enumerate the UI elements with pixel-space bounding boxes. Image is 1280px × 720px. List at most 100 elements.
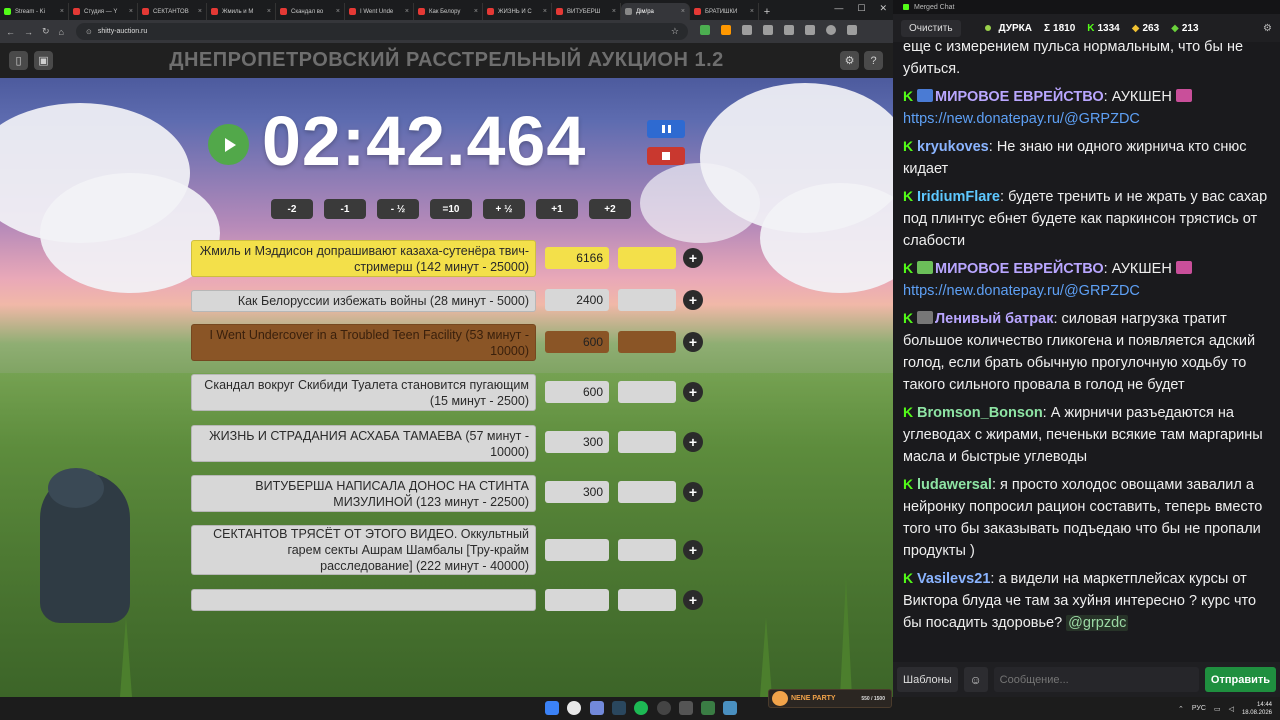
time-adjust-button[interactable]: + ½ [483,199,525,219]
tab-close-icon[interactable]: × [405,8,409,15]
clock[interactable]: 14:44 18.08.2026 [1242,701,1272,717]
tab-close-icon[interactable]: × [336,8,340,15]
close-icon[interactable]: ✕ [879,3,887,14]
lot-add-button[interactable]: + [683,332,703,352]
tab-close-icon[interactable]: × [612,8,616,15]
lot-title[interactable]: ЖИЗНЬ И СТРАДАНИЯ АСХАБА ТАМАЕВА (57 мин… [191,425,536,462]
chat-username[interactable]: kryukoves [917,139,989,155]
browser-tab[interactable]: Дім/ра × [621,3,690,20]
chat-username[interactable]: МИРОВОЕ ЕВРЕЙСТВО [935,261,1104,277]
app-icon[interactable] [723,701,737,715]
lot-title[interactable] [191,589,536,611]
discord-icon[interactable] [590,701,604,715]
help-icon[interactable]: ? [864,51,883,70]
stop-button[interactable] [647,147,685,165]
home-icon[interactable]: ⌂ [59,27,64,37]
download-icon[interactable] [784,25,794,35]
lot-add-button[interactable]: + [683,590,703,610]
browser-tab[interactable]: БРАТИШКИ × [690,3,759,20]
site-info-icon[interactable]: ⊙ [86,28,92,36]
time-adjust-button[interactable]: -2 [271,199,313,219]
lot-amount-field[interactable]: 2400 [545,289,609,311]
emoji-icon[interactable]: ☺ [963,667,988,692]
lot-title[interactable]: ВИТУБЕРША НАПИСАЛА ДОНОС НА СТИНТА МИЗУЛ… [191,475,536,512]
tab-close-icon[interactable]: × [681,8,685,15]
profile-icon[interactable] [826,25,836,35]
time-adjust-button[interactable]: =10 [430,199,472,219]
play-button[interactable] [208,124,249,165]
lot-add-button[interactable]: + [683,482,703,502]
chat-mention[interactable]: @grpzdc [1066,615,1129,631]
language-indicator[interactable]: РУС [1192,705,1206,712]
lot-title[interactable]: I Went Undercover in a Troubled Teen Fac… [191,324,536,361]
address-bar[interactable]: ⊙ shitty-auction.ru ☆ [76,23,688,40]
lot-add-button[interactable]: + [683,248,703,268]
extension-icon[interactable] [742,25,752,35]
extension-icon[interactable] [700,25,710,35]
puzzle-icon[interactable] [763,25,773,35]
split-view-icon[interactable] [805,25,815,35]
time-adjust-button[interactable]: +1 [536,199,578,219]
chat-username[interactable]: Ленивый батрак [935,311,1053,327]
browser-tab[interactable]: Студия — Y × [69,3,138,20]
lot-amount-field[interactable]: 600 [545,331,609,353]
back-icon[interactable]: ← [6,27,15,37]
chat-username[interactable]: МИРОВОЕ ЕВРЕЙСТВО [935,89,1104,105]
lot-amount-field[interactable]: 300 [545,431,609,453]
browser-tab[interactable]: ВИТУБЕРШ × [552,3,621,20]
bookmark-star-icon[interactable]: ☆ [671,26,679,37]
tab-close-icon[interactable]: × [198,8,202,15]
new-tab-button[interactable]: + [759,3,775,20]
lot-add-amount-input[interactable] [618,481,676,503]
donation-link[interactable]: https://new.donatepay.ru/@GRPZDC [903,111,1140,127]
chat-username[interactable]: Bromson_Bonson [917,405,1043,421]
lot-add-amount-input[interactable] [618,539,676,561]
lot-add-amount-input[interactable] [618,431,676,453]
app-icon[interactable] [679,701,693,715]
menu-icon[interactable] [847,25,857,35]
extension-icon[interactable] [721,25,731,35]
tab-close-icon[interactable]: × [129,8,133,15]
browser-tab[interactable]: Скандал во × [276,3,345,20]
chat-settings-gear-icon[interactable]: ⚙ [1263,23,1272,34]
lot-amount-field[interactable]: 300 [545,481,609,503]
browser-tab[interactable]: СЕКТАНТОВ × [138,3,207,20]
pause-button[interactable] [647,120,685,138]
lot-title[interactable]: Скандал вокруг Скибиди Туалета становитс… [191,374,536,411]
message-input[interactable] [993,667,1199,692]
settings-gear-icon[interactable]: ⚙ [840,51,859,70]
obs-icon[interactable] [657,701,671,715]
tab-close-icon[interactable]: × [474,8,478,15]
donation-link[interactable]: https://new.donatepay.ru/@GRPZDC [903,283,1140,299]
lot-add-amount-input[interactable] [618,289,676,311]
steam-icon[interactable] [612,701,626,715]
lot-add-button[interactable]: + [683,432,703,452]
clear-chat-button[interactable]: Очистить [901,19,961,37]
lot-add-amount-input[interactable] [618,247,676,269]
lot-amount-field[interactable]: 600 [545,381,609,403]
maximize-icon[interactable]: ☐ [857,3,865,14]
minimize-icon[interactable]: — [834,3,843,14]
lot-title[interactable]: Жмиль и Мэддисон допрашивают казаха-суте… [191,240,536,277]
lot-add-button[interactable]: + [683,382,703,402]
browser-tab[interactable]: ЖИЗНЬ И С × [483,3,552,20]
lot-add-amount-input[interactable] [618,331,676,353]
chat-username[interactable]: IridiumFlare [917,189,1000,205]
browser-tab[interactable]: Жмиль и M × [207,3,276,20]
time-adjust-button[interactable]: - ½ [377,199,419,219]
volume-icon[interactable]: ◁ [1229,705,1234,713]
send-button[interactable]: Отправить [1204,667,1276,692]
app-icon[interactable] [701,701,715,715]
lot-title[interactable]: СЕКТАНТОВ ТРЯСЁТ ОТ ЭТОГО ВИДЕО. Оккульт… [191,525,536,575]
tray-chevron-icon[interactable]: ⌃ [1178,705,1184,713]
lot-amount-field[interactable]: 6166 [545,247,609,269]
chat-username[interactable]: ludawersal [917,477,992,493]
time-adjust-button[interactable]: -1 [324,199,366,219]
lot-title[interactable]: Как Белоруссии избежать войны (28 минут … [191,290,536,312]
reload-icon[interactable]: ↻ [42,26,50,37]
browser-tab[interactable]: Как Белору × [414,3,483,20]
lot-amount-field[interactable] [545,539,609,561]
tab-close-icon[interactable]: × [60,8,64,15]
browser-tab[interactable]: Stream - Ki × [0,3,69,20]
lot-amount-field[interactable] [545,589,609,611]
